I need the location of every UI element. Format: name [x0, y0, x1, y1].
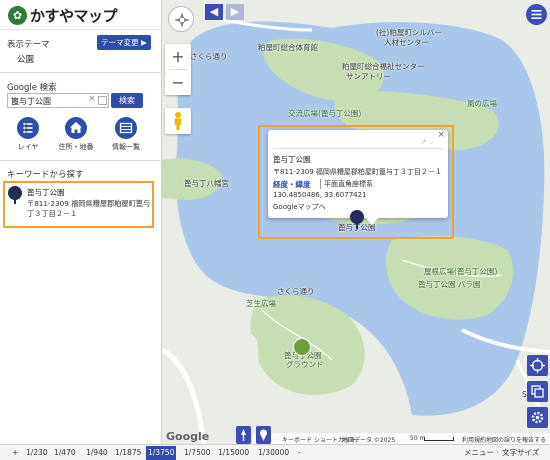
map-label: 篦与丁公園 バラ園: [418, 280, 481, 289]
compass-control[interactable]: [168, 6, 194, 32]
map-pin-icon[interactable]: [350, 210, 364, 224]
map-label: 芝生広場: [246, 299, 276, 308]
close-icon[interactable]: ×: [437, 130, 445, 140]
keyboard-icon[interactable]: [98, 96, 107, 105]
pegman-icon: [174, 112, 182, 130]
scale-option[interactable]: 1/7500: [182, 446, 212, 460]
divider: [0, 160, 162, 161]
map-label: 篦与丁八幡宮: [184, 179, 229, 188]
map-canvas[interactable]: さくら通り 粕屋町総合体育館 (社)粕屋町シルバー 人材センター 粕屋町総合福祉…: [162, 0, 550, 444]
report-error-link[interactable]: 地図の誤りを報告する: [486, 435, 546, 444]
address-tool-button[interactable]: 住所・地番: [54, 117, 98, 155]
zoom-control: + −: [165, 44, 191, 95]
scale-option[interactable]: 1/470: [52, 446, 78, 460]
divider: [273, 148, 443, 149]
pin-icon: [260, 429, 267, 441]
hamburger-icon: [531, 10, 542, 19]
map-pin-icon: [8, 186, 22, 200]
location-pin-button[interactable]: [256, 426, 271, 444]
road-icon: [241, 429, 246, 441]
back-arrow-button[interactable]: ◀: [205, 4, 223, 20]
theme-change-button[interactable]: テーマ変更 ▶: [97, 35, 151, 50]
layer-list-icon: [17, 117, 39, 139]
popup-address: 〒811-2309 福岡県糟屋郡粕屋町篦与丁３丁目２－１: [273, 168, 442, 176]
google-maps-link[interactable]: Googleマップへ: [273, 202, 326, 212]
settings-button[interactable]: [527, 407, 548, 428]
theme-value: 公園: [17, 55, 35, 65]
search-box: ×: [7, 93, 109, 108]
result-address: 〒811-2309 福岡県糟屋郡粕屋町篦与丁３丁目２－１: [27, 199, 151, 218]
menu-link[interactable]: メニュー ·: [464, 446, 499, 460]
popup-coordinates: 130.4850486, 33.6077421: [273, 191, 367, 199]
copy-layers-button[interactable]: [527, 381, 548, 402]
town-emblem-icon: ✿: [8, 6, 27, 25]
map-scale-bar: [424, 437, 454, 441]
gear-icon: [531, 411, 544, 424]
sidebar: ✿ かすやマップ 表示テーマ 公園 テーマ変更 ▶ Google 検索 × 検索…: [0, 0, 162, 444]
crosshair-icon: [530, 358, 545, 373]
app-header: ✿ かすやマップ: [0, 0, 161, 30]
map-label: サンアトリー: [346, 72, 391, 81]
share-icon[interactable]: ↗ ⌵: [421, 138, 434, 147]
popup-place-name: 篦与丁公園: [273, 155, 311, 164]
map-label: 屋根広場(篦与丁公園): [424, 267, 498, 276]
table-icon: [115, 117, 137, 139]
divider: [0, 72, 162, 73]
map-pin-stem: [356, 223, 358, 229]
copy-icon: [531, 385, 544, 398]
zoom-out-button[interactable]: −: [165, 70, 191, 95]
text-size-button[interactable]: 文字サイズ: [502, 446, 539, 460]
result-name: 篦与丁公園: [27, 188, 65, 197]
scale-minus-button[interactable]: -: [296, 446, 303, 460]
info-list-tool-button[interactable]: 情報一覧: [104, 117, 148, 155]
map-data-credit: 地図データ ©2025: [342, 437, 396, 444]
home-icon: [65, 117, 87, 139]
compass-direction-button[interactable]: [236, 426, 251, 444]
main-menu-button[interactable]: [526, 4, 547, 25]
tool-label: 住所・地番: [58, 143, 94, 151]
map-pin-stem: [14, 199, 16, 204]
search-button[interactable]: 検索: [111, 93, 143, 108]
zoom-in-button[interactable]: +: [165, 44, 191, 69]
popup-card: × ↗ ⌵ 篦与丁公園 〒811-2309 福岡県糟屋郡粕屋町篦与丁３丁目２－１…: [268, 130, 448, 225]
sports-ground-icon: [293, 338, 311, 356]
scale-option[interactable]: 1/940: [84, 446, 110, 460]
map-label: 粕屋町総合体育館: [258, 43, 318, 52]
popup-pointer: [366, 218, 378, 225]
coord-system-tab[interactable]: 平面直角座標系: [320, 179, 373, 189]
map-label: 風の広場: [467, 99, 497, 108]
keyword-search-label: キーワードから探す: [7, 170, 84, 180]
app-title: かすやマップ: [30, 7, 118, 25]
theme-label: 表示テーマ: [7, 40, 50, 50]
google-search-label: Google 検索: [7, 83, 57, 93]
scale-plus-button[interactable]: +: [10, 446, 20, 460]
tool-label: レイヤ: [17, 143, 39, 151]
map-label: グラウンド: [286, 360, 324, 369]
forward-arrow-button[interactable]: ▶: [226, 4, 244, 20]
clear-icon[interactable]: ×: [88, 94, 96, 104]
scale-option[interactable]: 1/30000: [256, 446, 291, 460]
map-label: さくら通り: [277, 287, 315, 296]
scale-option[interactable]: 1/230: [24, 446, 50, 460]
terms-link[interactable]: 利用規約: [462, 435, 486, 444]
current-location-button[interactable]: [527, 355, 548, 376]
search-result-item[interactable]: 篦与丁公園 〒811-2309 福岡県糟屋郡粕屋町篦与丁３丁目２－１: [3, 181, 154, 228]
layer-tool-button[interactable]: レイヤ: [6, 117, 50, 155]
map-label: 人材センター: [384, 38, 429, 47]
scale-option-active[interactable]: 1/3750: [146, 446, 177, 460]
tool-label: 情報一覧: [112, 143, 140, 151]
scale-option[interactable]: 1/15000: [216, 446, 251, 460]
coord-type-tab[interactable]: 経度・緯度: [273, 179, 311, 190]
street-view-button[interactable]: [165, 108, 191, 134]
map-label: さくら通り: [190, 52, 228, 61]
scale-bar: + 1/230 1/470 1/940 1/1875 1/3750 1/7500…: [0, 444, 550, 460]
scale-option[interactable]: 1/1875: [113, 446, 143, 460]
map-label: 交流広場(篦与丁公園): [288, 109, 362, 118]
compass-icon: [174, 12, 190, 28]
search-input[interactable]: [11, 95, 87, 107]
google-logo: Google: [166, 430, 210, 443]
